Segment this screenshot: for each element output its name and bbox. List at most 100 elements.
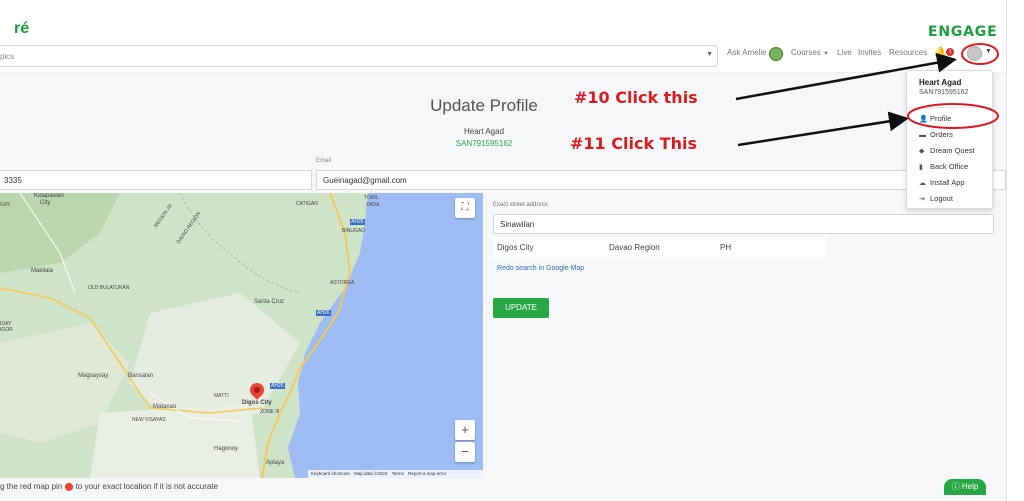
dropdown-item-profile[interactable]: 👤 Profile [919,114,951,123]
user-dropdown-menu: Heart Agad SAN791595162 👤 Profile ▬ Orders… [906,70,994,209]
redo-search-link[interactable]: Redo search in Google Map [497,265,584,272]
map-label-catigan: CATIGAN [296,201,318,207]
page-title: Update Profile [430,96,538,115]
update-button[interactable]: UPDATE [493,298,549,318]
map-label-makilala: Makilala [31,268,54,274]
nav-invites[interactable]: Invites [858,48,881,57]
notification-badge: 1 [946,48,954,56]
amelie-avatar-icon[interactable] [769,47,783,61]
dropdown-user-code: SAN791595162 [919,89,969,96]
brand-logo-left[interactable]: ré [14,20,29,38]
courses-caret-icon: ▼ [823,51,829,57]
map-label-kidapawan: Kidapawan [34,193,64,199]
annotation-step-11: #11 Click This [570,134,697,153]
bell-icon[interactable]: 🔔 [934,47,946,58]
annotation-step-10: #10 Click this [574,88,698,107]
address-details-row: Digos City Davao Region PH [493,237,825,257]
dropdown-item-label: Dream Quest [930,146,975,155]
map-label-igor: IGOR [0,327,13,333]
nav-live[interactable]: Live [837,48,852,57]
search-input[interactable]: pics ▼ [0,45,718,67]
dropdown-item-orders[interactable]: ▬ Orders [919,130,953,139]
help-icon: ⓘ [951,482,960,491]
nav-ask-amelie[interactable]: Ask Amelie [727,48,767,57]
map-label-santa-cruz: Santa Cruz [254,299,285,305]
fullscreen-icon[interactable]: ⛶ [455,198,475,218]
map-label-city: City [40,200,51,206]
map-label-matanao: Matanao [153,404,177,410]
map-label-hagonoy: Hagonoy [214,446,239,452]
map-label-aplaya: Aplaya [266,460,285,466]
instruction-suffix: to your exact location if it is not accu… [75,482,218,491]
dropdown-item-label: Orders [930,130,953,139]
app-window: ré ENGAGE pics ▼ Ask Amelie Courses ▼ Li… [0,0,1024,501]
map-label-bansalan: Bansalan [128,373,154,379]
phone-field[interactable]: 3335 [0,170,312,190]
dropdown-user-name: Heart Agad [919,78,962,87]
person-icon: 👤 [919,116,928,123]
dropdown-item-back-office[interactable]: ▮ Back Office [919,162,968,171]
map-label-binugao: BINUGAO [342,228,366,234]
map-label-zone-iii: ZONE III [260,409,280,415]
map-label-astorga: ASTORGA [330,280,355,286]
nav-resources[interactable]: Resources [889,48,927,57]
profile-user-code: SAN791595162 [455,139,513,148]
highway-ah26-badge: AH26 [270,383,285,389]
report-map-error-link[interactable]: Report a map error [408,471,446,476]
email-field[interactable]: Gueinagad@gmail.com [316,170,1006,190]
highway-ah26-badge: AH26 [350,219,365,225]
dropdown-item-logout[interactable]: ⇥ Logout [919,194,953,203]
window-right-edge [1006,0,1024,501]
search-placeholder: pics [0,52,15,61]
street-address-label: Exact street address [493,202,548,208]
help-label: Help [961,482,979,491]
zoom-out-button[interactable]: − [455,442,475,462]
map-label-toril: TORIL [364,195,379,201]
office-icon: ▮ [919,164,923,171]
dropdown-item-label: Back Office [930,162,969,171]
map-terrain [0,193,483,478]
map-label-zada: ZADA [366,202,380,208]
map-pin-instruction: g the red map pin ⬤ to your exact locati… [0,482,218,491]
map-label-digos-city: Digos City [242,400,272,406]
map-pin-small-icon: ⬤ [64,482,74,491]
profile-user-name: Heart Agad [463,127,505,136]
instruction-prefix: g the red map pin [0,482,63,491]
map-attribution: Keyboard shortcuts Map data ©2023 Terms … [308,470,483,478]
street-address-field[interactable]: Sinawilan [493,214,994,234]
cloud-download-icon: ☁ [919,180,926,187]
map-label-new-visayas: NEW VISAYAS [132,417,166,423]
engage-logo[interactable]: ENGAGE [928,24,997,40]
map-label-old-bulatukan: OLD BULATUKAN [88,285,130,291]
chevron-down-icon: ▼ [985,48,992,55]
dropdown-item-label: Install App [930,178,965,187]
keyboard-shortcuts-link[interactable]: Keyboard shortcuts [311,471,350,476]
email-label: Email [316,158,332,164]
nav-courses-label: Courses [791,48,821,57]
orders-icon: ▬ [919,132,926,139]
diamond-icon: ◆ [919,148,925,155]
dropdown-divider [907,107,994,108]
map-label-gay: GAY [0,202,11,208]
address-region: Davao Region [609,243,660,252]
map-label-magsaysay: Magsaysay [78,373,109,379]
dropdown-item-dream-quest[interactable]: ◆ Dream Quest [919,146,975,155]
address-city: Digos City [497,243,534,252]
highway-ah26-badge: AH26 [316,310,331,316]
address-country: PH [720,243,732,252]
map-pin-dot [254,387,260,393]
map-data-text: Map data ©2023 [354,471,388,476]
dropdown-item-label: Logout [930,194,953,203]
zoom-in-button[interactable]: + [455,420,475,440]
dropdown-item-label: Profile [930,114,952,123]
google-map[interactable]: Kidapawan City GAY REGION XII DAVAO REGI… [0,193,483,478]
help-button[interactable]: ⓘ Help [944,479,986,495]
user-menu-toggle[interactable]: ▼ [962,44,998,64]
nav-courses[interactable]: Courses ▼ [791,48,829,57]
search-dropdown-caret-icon[interactable]: ▼ [706,51,713,58]
logout-icon: ⇥ [919,196,925,203]
user-avatar-icon [967,46,982,61]
dropdown-item-install-app[interactable]: ☁ Install App [919,178,965,187]
terms-link[interactable]: Terms [392,471,404,476]
map-label-matti: MATTI [214,393,229,399]
